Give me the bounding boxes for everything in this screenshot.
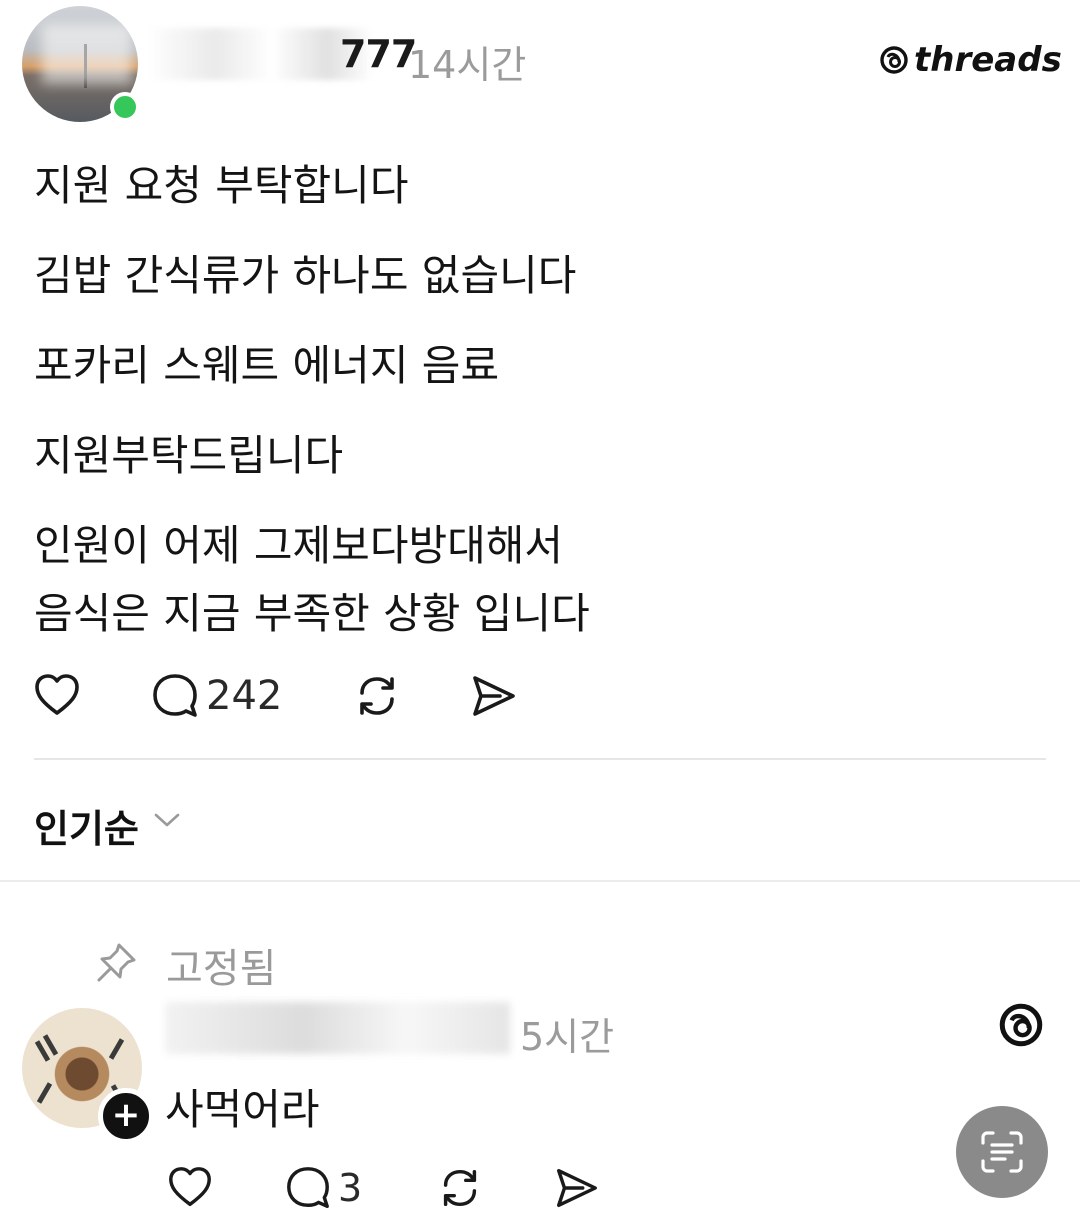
reply-comment-count: 3: [338, 1166, 363, 1210]
reply-username-redacted-blur: [165, 1002, 510, 1054]
post-text-line: 김밥 간식류가 하나도 없습니다: [34, 251, 577, 300]
post-text-line: 인원이 어제 그제보다방대해서: [34, 521, 564, 570]
pinned-label: 고정됨: [166, 946, 277, 992]
heart-icon: [35, 674, 79, 715]
reply-timestamp: 5시간: [520, 1015, 615, 1059]
threads-icon[interactable]: [996, 1000, 1046, 1050]
send-icon: [556, 1168, 597, 1208]
heart-icon: [169, 1167, 211, 1207]
reply-share-button[interactable]: [552, 1162, 600, 1214]
comment-icon: [153, 674, 197, 717]
reply-comment-button[interactable]: 3: [284, 1162, 362, 1214]
comment-count: 242: [206, 673, 283, 719]
text-scan-icon: [981, 1131, 1023, 1173]
threads-logo: threads: [878, 40, 1062, 80]
chevron-down-icon[interactable]: [150, 808, 184, 832]
divider: [34, 758, 1046, 760]
section-divider: [0, 880, 1080, 882]
threads-icon: [880, 46, 908, 74]
sort-dropdown[interactable]: 인기순: [34, 798, 139, 853]
post-timestamp: 14시간: [408, 43, 527, 87]
reply-repost-button[interactable]: [436, 1162, 484, 1214]
online-status-dot: [110, 92, 140, 122]
follow-plus-button[interactable]: +: [98, 1088, 154, 1144]
pin-icon: [97, 943, 136, 982]
send-icon: [473, 676, 515, 716]
repost-icon: [443, 1169, 477, 1207]
reply-like-button[interactable]: [166, 1162, 214, 1214]
comment-icon: [287, 1167, 329, 1208]
repost-icon: [360, 677, 394, 715]
post-text-line: 지원부탁드립니다: [34, 431, 344, 480]
post-text-line: 포카리 스웨트 에너지 음료: [34, 341, 500, 390]
threads-wordmark: threads: [914, 40, 1062, 80]
post-author-username[interactable]: 777: [340, 32, 417, 76]
comment-button[interactable]: 242: [150, 668, 282, 724]
text-scan-button[interactable]: [956, 1106, 1048, 1198]
post-text-line: 지원 요청 부탁합니다: [34, 161, 409, 210]
repost-button[interactable]: [352, 668, 402, 724]
reply-text: 사먹어라: [165, 1085, 320, 1134]
post-text-line: 음식은 지금 부족한 상황 입니다: [34, 589, 590, 638]
share-button[interactable]: [468, 668, 518, 724]
like-button[interactable]: [32, 668, 82, 724]
